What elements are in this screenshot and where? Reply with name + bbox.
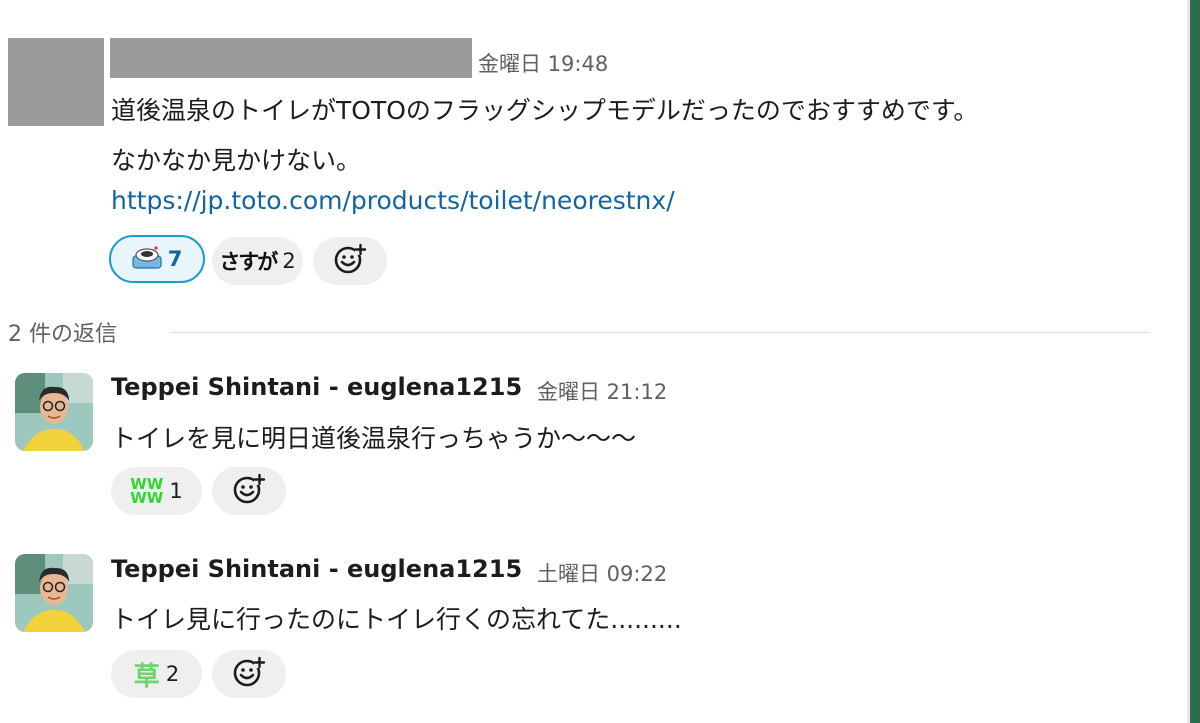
message-timestamp[interactable]: 金曜日 19:48 [478, 48, 608, 78]
replies-divider [170, 332, 1150, 333]
reaction-count: 2 [165, 662, 180, 686]
reaction-count: 1 [169, 479, 183, 503]
add-reaction-icon [333, 243, 367, 280]
add-reaction-button[interactable] [313, 237, 387, 285]
toilet-icon [132, 244, 162, 275]
add-reaction-button[interactable] [212, 467, 286, 515]
reply-timestamp[interactable]: 金曜日 21:12 [537, 376, 667, 406]
message-text-line1: 道後温泉のトイレがTOTOのフラッグシップモデルだったのでおすすめです。 [111, 96, 979, 125]
reply-username[interactable]: Teppei Shintani - euglena1215 [111, 555, 522, 583]
reaction-count: 2 [282, 249, 296, 273]
reply-timestamp[interactable]: 土曜日 09:22 [537, 558, 667, 588]
window-edge-highlight [1187, 0, 1190, 723]
redacted-avatar [8, 38, 104, 126]
add-reaction-icon [232, 656, 266, 693]
sasuga-emoji: さすが [219, 250, 278, 274]
reply-text: トイレ見に行ったのにトイレ行くの忘れてた......... [111, 605, 682, 634]
reply-username[interactable]: Teppei Shintani - euglena1215 [111, 373, 522, 401]
replies-count-label[interactable]: 2 件の返信 [8, 316, 117, 348]
reaction-sasuga[interactable]: さすが 2 [212, 237, 303, 285]
ww-emoji: WW WW [130, 475, 164, 507]
reply-text: トイレを見に明日道後温泉行っちゃうか〜〜〜 [111, 424, 637, 453]
kusa-emoji: 草 [133, 661, 160, 692]
redacted-username [110, 38, 472, 78]
avatar[interactable] [15, 554, 93, 632]
add-reaction-button[interactable] [212, 650, 286, 698]
reaction-count: 7 [167, 247, 183, 271]
add-reaction-icon [232, 473, 266, 510]
message-link[interactable]: https://jp.toto.com/products/toilet/neor… [111, 186, 675, 215]
reaction-ww[interactable]: WW WW 1 [111, 467, 202, 515]
avatar[interactable] [15, 373, 93, 451]
reaction-toilet[interactable]: 7 [109, 235, 205, 283]
reaction-kusa[interactable]: 草 2 [111, 650, 202, 698]
message-text-line2: なかなか見かけない。 [111, 146, 362, 175]
